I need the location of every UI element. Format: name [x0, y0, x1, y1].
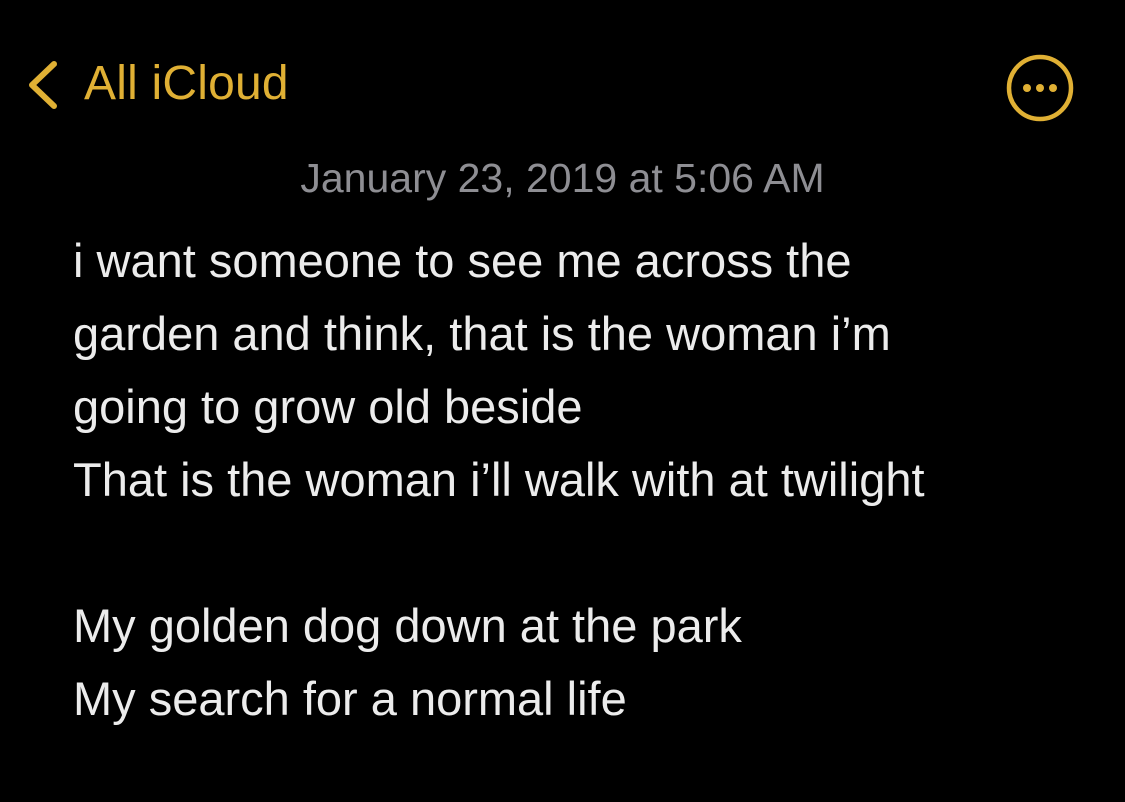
- navigation-bar: All iCloud: [0, 0, 1125, 150]
- note-line: i want someone to see me across the: [73, 234, 852, 287]
- note-line: That is the woman i’ll walk with at twil…: [73, 453, 925, 506]
- note-line-blank: [73, 516, 1073, 589]
- note-line: My search for a normal life: [73, 672, 627, 725]
- back-button[interactable]: All iCloud: [24, 52, 289, 116]
- chevron-left-icon: [24, 52, 62, 116]
- back-button-label: All iCloud: [84, 57, 289, 110]
- note-line: garden and think, that is the woman i’m: [73, 307, 891, 360]
- ellipsis-circle-icon: [1004, 52, 1076, 124]
- note-date: January 23, 2019 at 5:06 AM: [300, 155, 825, 201]
- note-body[interactable]: i want someone to see me across the gard…: [73, 224, 1073, 735]
- note-line: My golden dog down at the park: [73, 599, 742, 652]
- more-options-button[interactable]: [1004, 52, 1076, 124]
- note-line: going to grow old beside: [73, 380, 583, 433]
